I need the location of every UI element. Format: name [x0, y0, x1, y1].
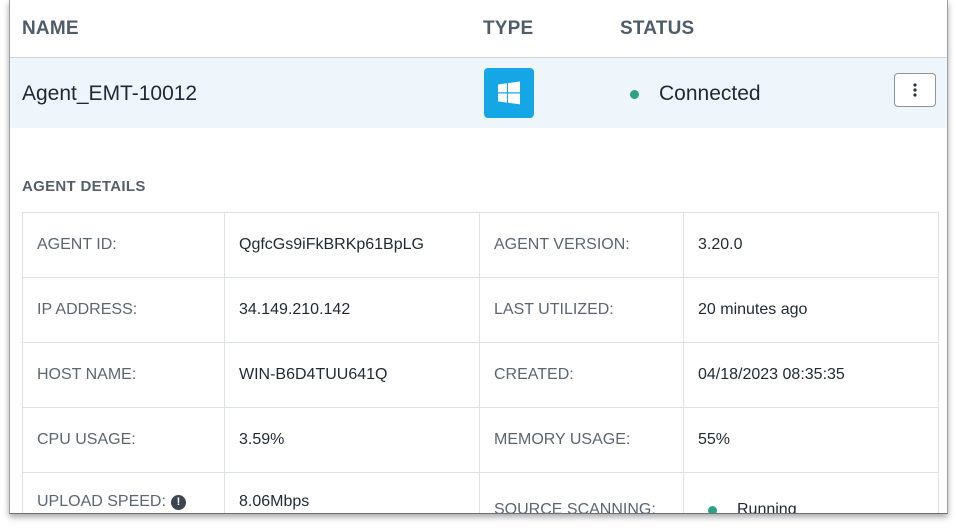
status-dot-icon	[630, 89, 639, 99]
detail-value: 3.20.0	[683, 212, 939, 278]
detail-value: Running	[737, 501, 797, 514]
detail-label: CREATED:	[479, 342, 684, 408]
detail-value: WIN-B6D4TUU641Q	[224, 342, 480, 408]
agent-status: Connected	[630, 82, 761, 106]
detail-label: AGENT ID:	[22, 212, 225, 278]
source-scanning-cell: Running	[683, 472, 939, 514]
table-header: NAME TYPE STATUS	[10, 0, 947, 58]
info-icon[interactable]: !	[170, 494, 186, 510]
detail-label: IP ADDRESS:	[22, 277, 225, 343]
agent-panel: NAME TYPE STATUS Agent_EMT-10012 Connect…	[9, 0, 948, 514]
detail-label: MEMORY USAGE:	[479, 407, 684, 473]
kebab-menu-icon	[913, 83, 917, 97]
column-header-type[interactable]: TYPE	[483, 18, 533, 40]
status-text: Connected	[659, 82, 761, 105]
detail-value: QgfcGs9iFkBRKp61BpLG	[224, 212, 480, 278]
table-row: CPU USAGE: 3.59% MEMORY USAGE: 55%	[22, 407, 939, 473]
detail-value: 20 minutes ago	[683, 277, 939, 343]
table-row: HOST NAME: WIN-B6D4TUU641Q CREATED: 04/1…	[22, 342, 939, 408]
agent-row[interactable]: Agent_EMT-10012 Connected	[10, 58, 947, 128]
detail-label: HOST NAME:	[22, 342, 225, 408]
agent-details-table: AGENT ID: QgfcGs9iFkBRKp61BpLG AGENT VER…	[22, 212, 939, 514]
detail-value: 04/18/2023 08:35:35	[683, 342, 939, 408]
detail-value: 3.59%	[224, 407, 480, 473]
detail-label: UPLOAD SPEED:	[37, 493, 166, 510]
table-row: UPLOAD SPEED:! 8.06Mbps SOURCE SCANNING:…	[22, 472, 939, 514]
upload-speed-label-cell: UPLOAD SPEED:!	[22, 472, 225, 513]
detail-label: SOURCE SCANNING:	[479, 472, 684, 513]
section-title: AGENT DETAILS	[22, 178, 146, 195]
more-actions-button[interactable]	[894, 73, 936, 107]
detail-value: 55%	[683, 407, 939, 473]
detail-label: AGENT VERSION:	[479, 212, 684, 278]
detail-label: CPU USAGE:	[22, 407, 225, 473]
column-header-status[interactable]: STATUS	[620, 18, 694, 40]
detail-value: 34.149.210.142	[224, 277, 480, 343]
detail-label: LAST UTILIZED:	[479, 277, 684, 343]
column-header-name[interactable]: NAME	[22, 18, 79, 40]
running-status-dot-icon	[708, 505, 717, 513]
windows-icon	[484, 68, 534, 118]
table-row: AGENT ID: QgfcGs9iFkBRKp61BpLG AGENT VER…	[22, 212, 939, 278]
agent-name: Agent_EMT-10012	[22, 82, 198, 105]
table-row: IP ADDRESS: 34.149.210.142 LAST UTILIZED…	[22, 277, 939, 343]
detail-value: 8.06Mbps	[224, 472, 480, 513]
